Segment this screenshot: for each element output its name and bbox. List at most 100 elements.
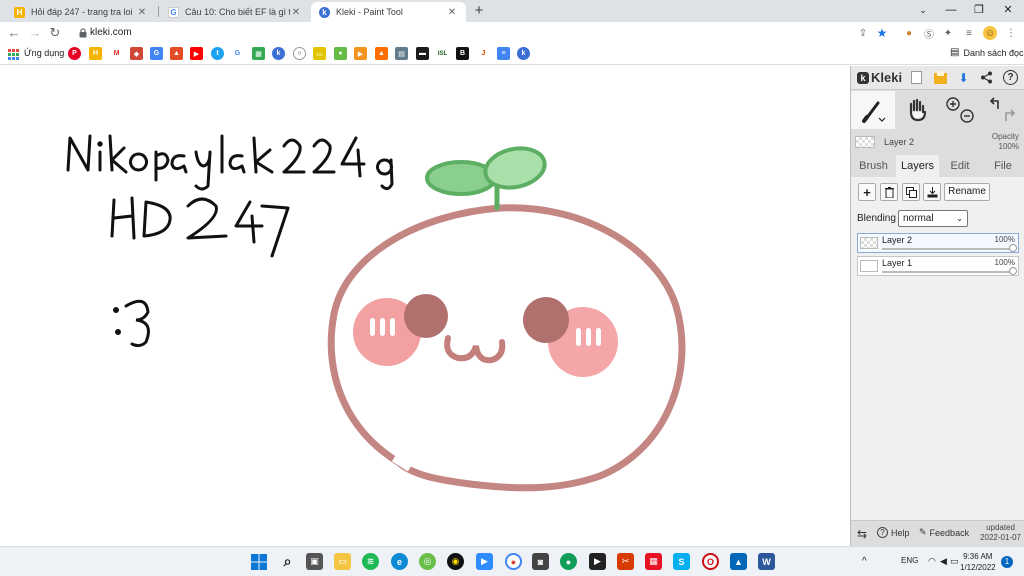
hand-tool[interactable] xyxy=(895,91,939,129)
extension-cookie-icon[interactable]: ● xyxy=(902,26,916,40)
zoom-out-icon[interactable] xyxy=(960,109,974,123)
more-menu-icon[interactable]: ⋮ xyxy=(1004,26,1018,40)
apps-label[interactable]: Ứng dụng xyxy=(24,48,64,58)
tab-edit[interactable]: Edit xyxy=(939,155,981,177)
terminal-icon[interactable]: ▶ xyxy=(589,553,606,570)
merge-layer-button[interactable] xyxy=(923,183,941,201)
tab-layers[interactable]: Layers xyxy=(896,155,939,177)
back-button[interactable]: ← xyxy=(6,25,22,41)
tab-kleki[interactable]: k Kleki - Paint Tool ✕ xyxy=(311,2,466,22)
zoom-in-icon[interactable] xyxy=(946,97,960,111)
wifi-icon[interactable]: ◠ xyxy=(928,556,936,567)
puzzle-icon[interactable]: ✦ xyxy=(941,26,955,40)
minimize-button[interactable]: — xyxy=(937,2,965,20)
layer-opacity-slider[interactable] xyxy=(882,271,1014,273)
pinterest-icon[interactable]: P xyxy=(68,47,81,60)
shield-icon[interactable]: ◆ xyxy=(130,47,143,60)
notification-badge[interactable]: 1 xyxy=(1001,556,1013,568)
rename-button[interactable]: Rename xyxy=(944,183,990,201)
media-control-icon[interactable]: ≡ xyxy=(962,26,976,40)
game-icon[interactable]: ● xyxy=(334,47,347,60)
docs-icon[interactable]: ≡ xyxy=(497,47,510,60)
zoom-icon[interactable]: ▶ xyxy=(476,553,493,570)
printer-icon[interactable]: ▤ xyxy=(395,47,408,60)
system-clock[interactable]: 9:36 AM 1/12/2022 xyxy=(960,551,996,573)
tab-file[interactable]: File xyxy=(981,155,1024,177)
close-window-button[interactable]: ✕ xyxy=(994,2,1022,20)
tab-google-search[interactable]: G Câu 10: Cho biết EF là gì trong h ✕ xyxy=(160,2,310,22)
duplicate-layer-button[interactable] xyxy=(902,183,920,201)
layer-opacity-slider[interactable] xyxy=(882,248,1014,250)
close-icon[interactable]: ✕ xyxy=(136,7,148,18)
isl-icon[interactable]: ISL xyxy=(436,47,449,60)
chevron-down-icon[interactable]: ⌄ xyxy=(909,2,937,20)
save-icon[interactable] xyxy=(933,70,948,85)
feedback-link[interactable]: ✎ Feedback xyxy=(919,527,969,538)
search-icon[interactable]: ⌕ xyxy=(279,553,296,570)
app-icon[interactable]: ▦ xyxy=(645,553,662,570)
chevron-up-icon[interactable]: ^ xyxy=(862,556,867,567)
photos-icon[interactable]: ▲ xyxy=(730,553,747,570)
tab-brush[interactable]: Brush xyxy=(851,155,896,177)
slider-handle[interactable] xyxy=(1009,267,1017,275)
close-icon[interactable]: ✕ xyxy=(290,7,302,18)
flame-icon[interactable]: ▲ xyxy=(375,47,388,60)
gmail-icon[interactable]: M xyxy=(110,47,123,60)
translate-icon[interactable]: G xyxy=(150,47,163,60)
drawing-canvas[interactable] xyxy=(0,66,850,546)
volume-icon[interactable]: ◀ xyxy=(940,556,947,567)
battery-icon[interactable]: ▭ xyxy=(950,556,959,567)
add-layer-button[interactable]: + xyxy=(858,183,876,201)
reading-list[interactable]: ▤ Danh sách đọc xyxy=(950,47,1024,58)
kleki-icon[interactable]: k xyxy=(517,47,530,60)
star-icon[interactable]: ★ xyxy=(875,26,889,40)
delete-layer-button[interactable] xyxy=(880,183,898,201)
share-icon[interactable] xyxy=(979,70,994,85)
close-icon[interactable]: ✕ xyxy=(446,7,458,18)
snipping-icon[interactable]: ✂ xyxy=(617,553,634,570)
share-icon[interactable]: ⇪ xyxy=(856,26,870,40)
j-icon[interactable]: J xyxy=(477,47,490,60)
avatar[interactable]: ☺ xyxy=(983,26,997,40)
camera-icon[interactable]: ◙ xyxy=(532,553,549,570)
app-icon[interactable]: ◎ xyxy=(419,553,436,570)
terminal-icon[interactable]: ▬ xyxy=(416,47,429,60)
forward-button[interactable]: → xyxy=(27,25,43,41)
circle-icon[interactable]: ○ xyxy=(293,47,306,60)
edge-icon[interactable]: e xyxy=(391,553,408,570)
h-icon[interactable]: H xyxy=(89,47,102,60)
kleki-icon[interactable]: k xyxy=(272,47,285,60)
undo-icon[interactable] xyxy=(989,97,999,109)
google-icon[interactable]: G xyxy=(231,47,244,60)
b-icon[interactable]: B xyxy=(456,47,469,60)
word-icon[interactable]: W xyxy=(758,553,775,570)
new-image-icon[interactable] xyxy=(909,70,924,85)
new-tab-button[interactable]: + xyxy=(471,2,487,20)
chrome-icon[interactable]: ● xyxy=(505,553,522,570)
layer-item-layer-2[interactable]: Layer 2 100% xyxy=(857,233,1019,253)
extension-s-icon[interactable]: Ⓢ xyxy=(922,26,936,41)
file-explorer-icon[interactable]: ▭ xyxy=(334,553,351,570)
folder-icon[interactable]: ▭ xyxy=(313,47,326,60)
spotify-icon[interactable]: ≋ xyxy=(362,553,379,570)
tab-hoidap247[interactable]: H Hỏi đáp 247 - trang tra loi ✕ xyxy=(6,2,156,22)
address-bar[interactable]: kleki.com xyxy=(68,24,896,43)
apps-grid-icon[interactable] xyxy=(8,49,19,60)
redo-icon[interactable] xyxy=(1005,109,1016,121)
youtube-icon[interactable]: ▶ xyxy=(190,47,203,60)
brush-tool[interactable] xyxy=(851,91,895,129)
skype-icon[interactable]: S xyxy=(673,553,690,570)
app-icon[interactable]: ◉ xyxy=(447,553,464,570)
task-view-icon[interactable]: ▣ xyxy=(306,553,323,570)
app-icon[interactable]: ● xyxy=(560,553,577,570)
twitter-icon[interactable]: t xyxy=(211,47,224,60)
sheets-icon[interactable]: ▦ xyxy=(252,47,265,60)
layer-item-layer-1[interactable]: Layer 1 100% xyxy=(857,256,1019,276)
blending-select[interactable]: normal ⌄ xyxy=(898,210,968,227)
help-icon[interactable]: ? xyxy=(1003,70,1018,85)
reload-button[interactable]: ↻ xyxy=(47,25,63,41)
maximize-button[interactable]: ❐ xyxy=(965,2,993,20)
play-icon[interactable]: ▶ xyxy=(354,47,367,60)
language-indicator[interactable]: ENG xyxy=(901,556,918,565)
opera-icon[interactable]: O xyxy=(702,553,719,570)
